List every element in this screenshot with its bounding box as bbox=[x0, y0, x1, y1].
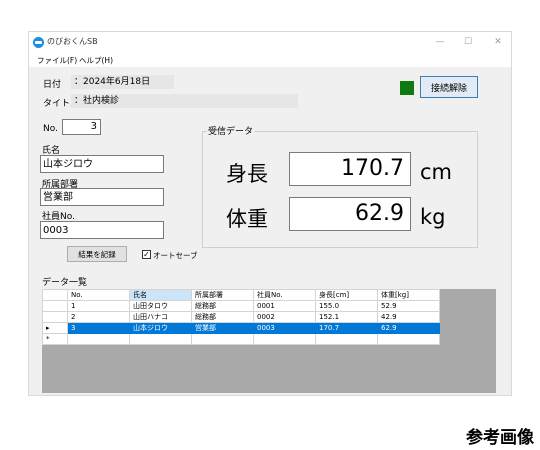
cell-employee-no[interactable]: 0002 bbox=[253, 311, 316, 323]
cell-height[interactable]: 170.7 bbox=[315, 322, 378, 334]
cell-empty[interactable] bbox=[129, 333, 192, 345]
date-label: 日付 bbox=[43, 80, 62, 90]
row-header[interactable] bbox=[42, 300, 68, 312]
connection-status-indicator bbox=[400, 81, 414, 95]
cell-weight[interactable]: 62.9 bbox=[377, 322, 440, 334]
cell-empty[interactable] bbox=[253, 333, 316, 345]
menu-help[interactable]: ヘルプ(H) bbox=[79, 55, 113, 66]
title-value: ：社内検診 bbox=[71, 94, 298, 108]
employee-no-field[interactable]: 0003 bbox=[40, 221, 164, 239]
column-header-height[interactable]: 身長[cm] bbox=[315, 289, 378, 301]
reference-image-label: 参考画像 bbox=[466, 428, 534, 448]
cell-weight[interactable]: 42.9 bbox=[377, 311, 440, 323]
record-results-button[interactable]: 結果を記録 bbox=[67, 246, 127, 262]
column-header-dept[interactable]: 所属部署 bbox=[191, 289, 254, 301]
cell-no[interactable]: 1 bbox=[67, 300, 130, 312]
cell-weight[interactable]: 52.9 bbox=[377, 300, 440, 312]
window-title: のびおくんSB bbox=[47, 37, 98, 46]
autosave-checkbox[interactable]: ✓ bbox=[142, 250, 151, 259]
column-header-employee-no[interactable]: 社員No. bbox=[253, 289, 316, 301]
no-label: No. bbox=[43, 124, 58, 134]
cell-name[interactable]: 山田ハナコ bbox=[129, 311, 192, 323]
height-unit: cm bbox=[420, 160, 453, 184]
name-field[interactable]: 山本ジロウ bbox=[40, 155, 164, 173]
cell-no[interactable]: 3 bbox=[67, 322, 130, 334]
table-row-selected[interactable]: ▸ 3 山本ジロウ 営業部 0003 170.7 62.9 bbox=[42, 322, 440, 334]
data-table: No. 氏名 所属部署 社員No. 身長[cm] 体重[kg] 1 山田タロウ … bbox=[42, 289, 440, 345]
data-grid: No. 氏名 所属部署 社員No. 身長[cm] 体重[kg] 1 山田タロウ … bbox=[42, 289, 496, 393]
cell-empty[interactable] bbox=[67, 333, 130, 345]
date-value: ：2024年6月18日 bbox=[71, 75, 174, 89]
no-field[interactable]: 3 bbox=[62, 119, 101, 135]
disconnect-button[interactable]: 接続解除 bbox=[420, 76, 478, 98]
cell-no[interactable]: 2 bbox=[67, 311, 130, 323]
weight-label: 体重 bbox=[226, 207, 268, 231]
weight-unit: kg bbox=[420, 205, 446, 229]
cell-height[interactable]: 152.1 bbox=[315, 311, 378, 323]
column-header-weight[interactable]: 体重[kg] bbox=[377, 289, 440, 301]
dept-field[interactable]: 営業部 bbox=[40, 188, 164, 206]
data-list-title: データ一覧 bbox=[42, 278, 88, 288]
current-row-marker-icon[interactable]: ▸ bbox=[42, 322, 68, 334]
weight-value: 62.9 bbox=[289, 197, 411, 231]
row-header[interactable] bbox=[42, 311, 68, 323]
menu-bar: ファイル(F) ヘルプ(H) bbox=[29, 53, 511, 67]
column-header-name[interactable]: 氏名 bbox=[129, 289, 192, 301]
received-data-title: 受信データ bbox=[207, 124, 255, 137]
cell-empty[interactable] bbox=[377, 333, 440, 345]
autosave-label: オートセーブ bbox=[153, 251, 198, 260]
cell-dept[interactable]: 総務部 bbox=[191, 311, 254, 323]
minimize-icon[interactable]: — bbox=[433, 35, 447, 49]
table-row[interactable]: 1 山田タロウ 総務部 0001 155.0 52.9 bbox=[42, 300, 440, 312]
menu-file[interactable]: ファイル(F) bbox=[37, 55, 77, 66]
cell-employee-no[interactable]: 0003 bbox=[253, 322, 316, 334]
table-row[interactable]: 2 山田ハナコ 総務部 0002 152.1 42.9 bbox=[42, 311, 440, 323]
cell-dept[interactable]: 営業部 bbox=[191, 322, 254, 334]
cell-employee-no[interactable]: 0001 bbox=[253, 300, 316, 312]
title-bar: のびおくんSB — ☐ ✕ bbox=[29, 32, 511, 53]
cell-empty[interactable] bbox=[315, 333, 378, 345]
cell-dept[interactable]: 総務部 bbox=[191, 300, 254, 312]
new-row-marker-icon[interactable]: * bbox=[42, 333, 68, 345]
close-icon[interactable]: ✕ bbox=[491, 35, 505, 49]
column-header-no[interactable]: No. bbox=[67, 289, 130, 301]
table-new-row[interactable]: * bbox=[42, 333, 440, 345]
maximize-icon[interactable]: ☐ bbox=[461, 35, 475, 49]
height-value: 170.7 bbox=[289, 152, 411, 186]
height-label: 身長 bbox=[226, 162, 268, 186]
cell-name[interactable]: 山本ジロウ bbox=[129, 322, 192, 334]
app-logo-icon bbox=[33, 37, 44, 48]
cell-name[interactable]: 山田タロウ bbox=[129, 300, 192, 312]
cell-empty[interactable] bbox=[191, 333, 254, 345]
row-header-corner bbox=[42, 289, 68, 301]
cell-height[interactable]: 155.0 bbox=[315, 300, 378, 312]
table-header-row: No. 氏名 所属部署 社員No. 身長[cm] 体重[kg] bbox=[42, 289, 440, 301]
